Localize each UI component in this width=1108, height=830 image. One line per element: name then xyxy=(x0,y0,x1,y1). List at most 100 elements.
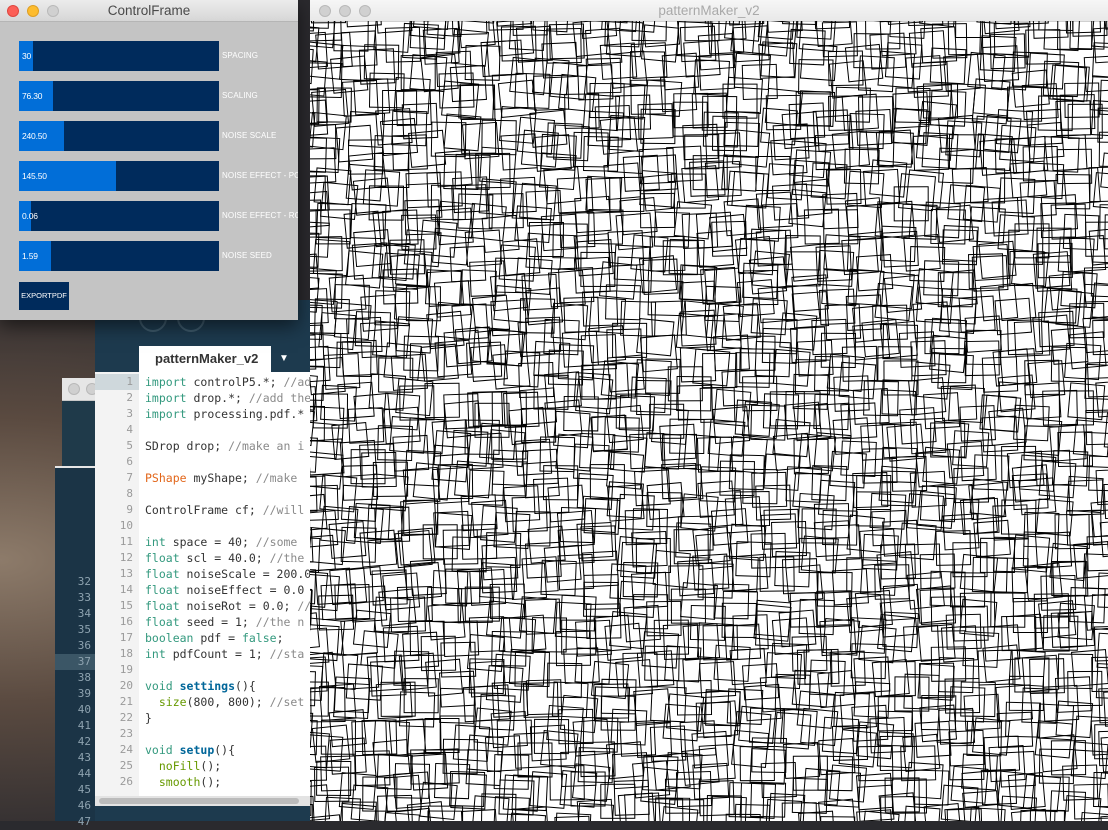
horizontal-scrollbar[interactable] xyxy=(95,796,310,806)
pattern-square xyxy=(361,631,398,668)
line-number: 24 xyxy=(120,742,133,758)
pattern-square xyxy=(1041,195,1077,231)
pattern-square xyxy=(1025,563,1062,600)
pattern-square xyxy=(493,352,530,389)
pattern-square xyxy=(967,330,1001,364)
code-token: float xyxy=(145,599,187,613)
background-line-number: 41 xyxy=(78,718,91,734)
pattern-square xyxy=(1044,137,1079,172)
code-token: (){ xyxy=(235,679,256,693)
background-line-number: 46 xyxy=(78,798,91,814)
pattern-square xyxy=(310,47,313,83)
pattern-square xyxy=(949,387,985,423)
pattern-square xyxy=(516,439,552,475)
pattern-square xyxy=(351,785,388,821)
slider-noise-seed[interactable]: 1.59 xyxy=(19,241,219,271)
pattern-square xyxy=(639,148,674,183)
pattern-square xyxy=(854,682,890,718)
code-line: import drop.*; //add the xyxy=(145,390,310,406)
pattern-square xyxy=(832,569,868,605)
close-icon[interactable] xyxy=(68,383,80,395)
pattern-square xyxy=(319,595,354,630)
pattern-square xyxy=(997,712,1032,747)
slider-label: NOISE SCALE xyxy=(222,121,298,151)
code-token: } xyxy=(145,711,152,725)
pattern-square xyxy=(450,772,485,807)
code-token: int xyxy=(145,647,173,661)
code-token: (); xyxy=(200,775,221,789)
code-editor[interactable]: import controlP5.*; //adimport drop.*; /… xyxy=(139,372,310,802)
pattern-square xyxy=(544,319,579,354)
pattern-square xyxy=(560,695,597,732)
chevron-down-icon[interactable]: ▼ xyxy=(273,346,295,372)
pattern-square xyxy=(751,533,786,568)
code-token xyxy=(145,759,159,773)
pattern-square xyxy=(434,511,470,547)
pattern-square xyxy=(791,327,827,363)
code-line: PShape myShape; //make xyxy=(145,470,297,486)
code-line: smooth(); xyxy=(145,774,221,790)
slider-noise-effect-rot[interactable]: 0.06 xyxy=(19,201,219,231)
line-number: 9 xyxy=(126,502,133,518)
slider-spacing[interactable]: 30 xyxy=(19,41,219,71)
pattern-square xyxy=(606,285,641,320)
pattern-square xyxy=(623,562,657,596)
pattern-square xyxy=(918,664,954,700)
pattern-square xyxy=(1008,87,1042,121)
code-line: boolean pdf = false; xyxy=(145,630,284,646)
code-token: void xyxy=(145,743,180,757)
code-line: size(800, 800); //set xyxy=(145,694,304,710)
background-line-number: 33 xyxy=(78,590,91,606)
code-token: float xyxy=(145,583,187,597)
pattern-square xyxy=(692,93,727,128)
pattern-maker-titlebar[interactable]: patternMaker_v2 xyxy=(310,0,1108,22)
pattern-square xyxy=(969,808,1005,821)
code-line: void settings(){ xyxy=(145,678,256,694)
line-number: 2 xyxy=(126,390,133,406)
tab-patternmaker[interactable]: patternMaker_v2 xyxy=(139,346,271,372)
slider-noise-effect-pos[interactable]: 145.50 xyxy=(19,161,219,191)
line-number: 21 xyxy=(120,694,133,710)
pattern-square xyxy=(582,365,616,399)
pattern-square xyxy=(1093,173,1108,210)
pattern-square xyxy=(1104,483,1108,519)
pattern-square xyxy=(857,773,893,809)
code-token: //add the xyxy=(249,391,310,405)
pattern-square xyxy=(714,584,749,619)
pattern-square xyxy=(426,270,462,306)
code-token: void xyxy=(145,679,180,693)
pattern-square xyxy=(353,610,390,647)
code-line: int pdfCount = 1; //sta xyxy=(145,646,304,662)
code-token: //the n xyxy=(256,615,304,629)
pattern-square xyxy=(1092,657,1108,691)
pattern-square xyxy=(1023,774,1060,811)
pattern-square xyxy=(339,803,376,821)
code-line: import processing.pdf.* xyxy=(145,406,304,422)
background-line-number: 35 xyxy=(78,622,91,638)
pattern-square xyxy=(755,341,790,376)
code-token: float xyxy=(145,551,187,565)
pattern-square xyxy=(793,756,827,790)
pattern-square xyxy=(932,24,966,58)
pattern-square xyxy=(554,411,590,447)
control-frame-titlebar[interactable]: ControlFrame xyxy=(0,0,298,22)
pattern-maker-window: patternMaker_v2 xyxy=(310,0,1108,821)
line-number: 15 xyxy=(120,598,133,614)
pattern-square xyxy=(847,515,884,552)
pattern-square xyxy=(724,122,759,157)
pattern-square xyxy=(795,360,830,395)
slider-scaling[interactable]: 76.30 xyxy=(19,81,219,111)
pattern-square xyxy=(931,647,965,681)
ide-tab-bar: patternMaker_v2 ▼ xyxy=(95,346,310,372)
slider-noise-scale[interactable]: 240.50 xyxy=(19,121,219,151)
pattern-square xyxy=(314,168,351,205)
pattern-canvas[interactable] xyxy=(310,21,1108,821)
slider-value: 76.30 xyxy=(22,81,42,111)
export-pdf-button[interactable]: EXPORTPDF xyxy=(19,282,69,310)
scrollbar-thumb[interactable] xyxy=(99,798,299,804)
pattern-square xyxy=(653,753,690,790)
pattern-square xyxy=(1026,30,1060,64)
pattern-square xyxy=(830,651,865,686)
pattern-square xyxy=(577,799,613,821)
pattern-square xyxy=(1101,814,1108,821)
